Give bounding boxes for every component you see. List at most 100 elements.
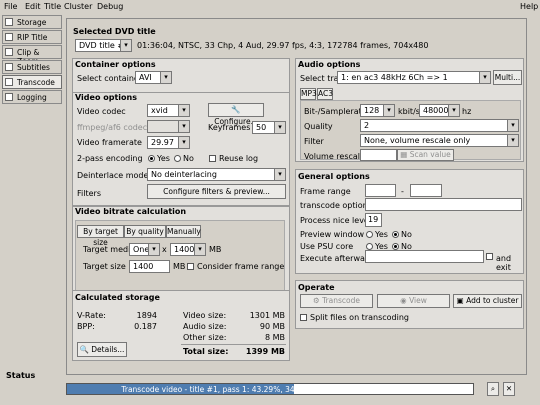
media-size-select[interactable]: 1400 ▾ xyxy=(170,243,206,256)
add-to-cluster-button[interactable]: ▣ Add to cluster xyxy=(453,294,522,308)
sidebar-item-transcode[interactable]: Transcode xyxy=(2,75,62,89)
audio-options-title: Audio options xyxy=(298,60,361,69)
general-options-panel: General options Frame range - transcode … xyxy=(295,169,524,274)
bitrate-samplerate-label: Bit-/Samplerate xyxy=(304,107,367,116)
chevron-down-icon: ▾ xyxy=(274,122,285,133)
frame-range-start[interactable] xyxy=(365,184,396,197)
general-options-title: General options xyxy=(298,172,370,181)
status-text: Transcode video - title #1, pass 1: 43.2… xyxy=(121,385,419,394)
menu-help[interactable]: Help xyxy=(520,2,538,11)
bitrate-title: Video bitrate calculation xyxy=(75,207,187,216)
hz-unit: hz xyxy=(462,107,472,116)
configure-filters-button[interactable]: Configure filters & preview... xyxy=(147,184,286,199)
status-progress-bar: Transcode video - title #1, pass 1: 43.2… xyxy=(66,383,474,395)
filter-label: Filter xyxy=(304,137,324,146)
audio-size-value: 90 MB xyxy=(259,322,285,331)
twopass-label: 2-pass encoding xyxy=(77,154,143,163)
tab-manually[interactable]: Manually xyxy=(166,225,201,238)
menu-edit[interactable]: Edit xyxy=(25,2,41,11)
sidebar-item-storage[interactable]: Storage xyxy=(2,15,62,29)
video-codec-select[interactable]: xvid ▾ xyxy=(147,104,190,117)
dvd-info: 01:36:04, NTSC, 33 Chp, 4 Aud, 29.97 fps… xyxy=(137,41,429,50)
preview-yes-radio[interactable] xyxy=(366,231,373,238)
chevron-down-icon: ▾ xyxy=(178,137,189,148)
selected-dvd-title: Selected DVD title xyxy=(73,27,156,36)
and-exit-checkbox[interactable] xyxy=(486,253,493,260)
frame-range-dash: - xyxy=(401,187,404,196)
split-files-label: Split files on transcoding xyxy=(310,313,409,322)
total-size-value: 1399 MB xyxy=(245,347,285,356)
volume-rescale-input[interactable] xyxy=(360,149,397,161)
nice-level-spin[interactable]: 19 xyxy=(365,213,382,227)
keyframes-label: Keyframes xyxy=(208,123,251,132)
tab-by-target-size[interactable]: By target size xyxy=(77,225,124,247)
audio-size-label: Audio size: xyxy=(183,322,227,331)
chevron-down-icon: ▾ xyxy=(178,105,189,116)
sidebar-item-subtitles[interactable]: Subtitles xyxy=(2,60,62,74)
audio-bitrate-select[interactable]: 128 ▾ xyxy=(360,104,395,117)
psu-yes-radio[interactable] xyxy=(366,243,373,250)
select-track-combo[interactable]: 1: en ac3 48kHz 6Ch => 1 ▾ xyxy=(337,71,491,84)
menu-debug[interactable]: Debug xyxy=(97,2,123,11)
menu-bar: File Edit Title Cluster Debug Help xyxy=(0,0,540,14)
vrate-label: V-Rate: xyxy=(77,311,106,320)
x-separator: x xyxy=(162,245,167,254)
bitrate-panel: Video bitrate calculation By target size… xyxy=(72,206,290,292)
reuse-log-checkbox[interactable] xyxy=(209,155,216,162)
framerate-select[interactable]: 29.97 ▾ xyxy=(147,136,190,149)
menu-title[interactable]: Title xyxy=(44,2,61,11)
kbits-unit: kbit/s xyxy=(398,107,420,116)
tab-by-quality[interactable]: By quality xyxy=(124,225,166,238)
zoom-icon[interactable]: ⌕ xyxy=(487,382,499,396)
rip-icon xyxy=(5,33,13,41)
wrench-icon: 🔧 xyxy=(231,105,241,114)
media-count-select[interactable]: One ▾ xyxy=(129,243,160,256)
transcode-button[interactable]: ⚙ Transcode xyxy=(300,294,373,308)
scan-value-button[interactable]: ▦ Scan value xyxy=(397,149,454,161)
sidebar-item-clip-zoom[interactable]: Clip & Zoom xyxy=(2,45,62,66)
execute-afterwards-input[interactable] xyxy=(365,250,484,263)
container-select[interactable]: AVI ▾ xyxy=(135,71,172,84)
target-size-input[interactable]: 1400 xyxy=(129,260,170,273)
preview-window-label: Preview window xyxy=(300,230,365,239)
preview-no-radio[interactable] xyxy=(392,231,399,238)
multi-button[interactable]: Multi... xyxy=(493,70,522,85)
split-files-checkbox[interactable] xyxy=(300,314,307,321)
view-button[interactable]: ◉ View xyxy=(377,294,450,308)
close-icon[interactable]: ✕ xyxy=(503,382,515,396)
psu-no-radio[interactable] xyxy=(392,243,399,250)
ffmpeg-codec-label: ffmpeg/af6 codec xyxy=(77,123,148,132)
bpp-value: 0.187 xyxy=(134,322,157,331)
consider-frame-range-label: Consider frame range xyxy=(197,262,285,271)
audio-filter-select[interactable]: None, volume rescale only ▾ xyxy=(360,134,519,147)
eye-icon: ◉ xyxy=(400,296,407,305)
sidebar-item-rip-title[interactable]: RIP Title xyxy=(2,30,62,44)
cluster-icon: ▣ xyxy=(456,296,464,305)
ffmpeg-codec-select[interactable]: ▾ xyxy=(147,120,190,133)
tab-mp3[interactable]: MP3 xyxy=(300,88,317,100)
menu-cluster[interactable]: Cluster xyxy=(64,2,92,11)
consider-frame-range-checkbox[interactable] xyxy=(187,263,194,270)
twopass-yes-radio[interactable] xyxy=(148,155,155,162)
twopass-no-radio[interactable] xyxy=(174,155,181,162)
video-codec-label: Video codec xyxy=(77,107,126,116)
sidebar-item-logging[interactable]: Logging xyxy=(2,90,62,104)
container-label: Select container xyxy=(77,74,143,83)
quality-select[interactable]: 2 ▾ xyxy=(360,119,519,132)
deinterlace-select[interactable]: No deinterlacing ▾ xyxy=(147,168,286,181)
samplerate-select[interactable]: 48000 ▾ xyxy=(419,104,460,117)
transcode-options-input[interactable] xyxy=(365,198,522,211)
total-size-label: Total size: xyxy=(183,347,229,356)
dvd-title-combo[interactable]: DVD title #1 ▾ xyxy=(75,39,132,52)
configure-button[interactable]: 🔧 Configure... xyxy=(208,103,264,126)
frame-range-end[interactable] xyxy=(410,184,442,197)
audio-options-panel: Audio options Select track 1: en ac3 48k… xyxy=(295,58,524,162)
other-size-label: Other size: xyxy=(183,333,227,342)
details-button[interactable]: 🔍 Details... xyxy=(77,342,127,357)
tab-ac3[interactable]: AC3 xyxy=(317,88,333,100)
keyframes-select[interactable]: 50 ▾ xyxy=(252,121,286,134)
menu-file[interactable]: File xyxy=(4,2,17,11)
frame-range-label: Frame range xyxy=(300,187,351,196)
main-panel: Selected DVD title DVD title #1 ▾ 01:36:0… xyxy=(66,18,527,375)
logging-icon xyxy=(5,93,13,101)
